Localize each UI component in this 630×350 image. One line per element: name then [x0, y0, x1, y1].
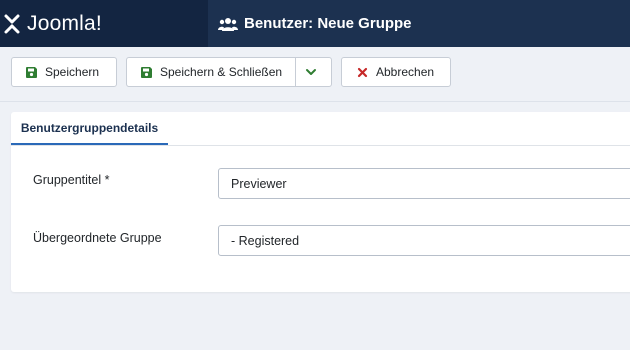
group-title-input[interactable]: Previewer: [218, 168, 630, 199]
chevron-down-icon[interactable]: [305, 66, 317, 78]
tab-bar: Benutzergruppendetails: [11, 112, 630, 146]
parent-group-select[interactable]: - Registered: [218, 225, 630, 256]
page-title: Benutzer: Neue Gruppe: [244, 15, 412, 32]
close-icon: [357, 67, 368, 77]
tab-user-group-details[interactable]: Benutzergruppendetails: [11, 112, 168, 145]
cancel-button[interactable]: Abbrechen: [341, 57, 451, 87]
cancel-button-label: Abbrechen: [376, 65, 435, 79]
save-icon: [26, 66, 37, 78]
save-button[interactable]: Speichern: [11, 57, 117, 87]
split-divider: [295, 58, 296, 86]
group-title-value: Previewer: [231, 176, 287, 191]
parent-group-value: - Registered: [231, 233, 300, 248]
joomla-logo-icon: [4, 14, 20, 33]
users-icon: [218, 17, 238, 31]
header-bar: Joomla! Benutzer: Neue Gruppe: [0, 0, 630, 47]
group-title-label: Gruppentitel *: [33, 173, 110, 187]
parent-group-label: Übergeordnete Gruppe: [33, 231, 162, 245]
save-icon: [141, 66, 152, 78]
page-header: Benutzer: Neue Gruppe: [218, 0, 412, 47]
toolbar: Speichern Speichern & Schließen Abbreche…: [0, 47, 630, 102]
save-close-button-label: Speichern & Schließen: [160, 65, 283, 79]
brand[interactable]: Joomla!: [0, 0, 208, 47]
brand-name: Joomla!: [27, 11, 102, 35]
save-button-label: Speichern: [45, 65, 100, 79]
save-close-button[interactable]: Speichern & Schließen: [126, 57, 332, 87]
form-card: Benutzergruppendetails Gruppentitel * Pr…: [11, 112, 630, 292]
